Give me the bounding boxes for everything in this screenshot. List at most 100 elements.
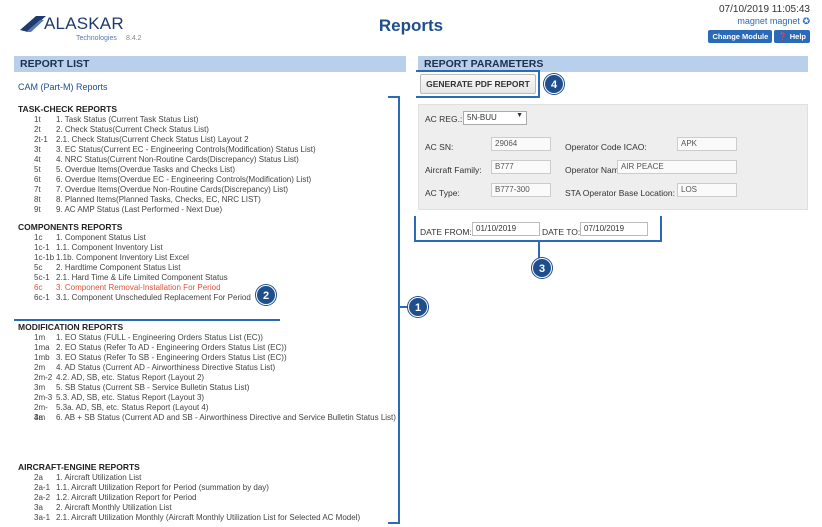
report-code: 1c-1b bbox=[34, 253, 55, 262]
section-title: COMPONENTS REPORTS bbox=[18, 222, 123, 232]
report-code: 1t bbox=[34, 115, 41, 124]
change-module-button[interactable]: Change Module bbox=[708, 30, 773, 43]
report-label: 5.3. AD, SB, etc. Status Report (Layout … bbox=[56, 393, 205, 402]
report-item[interactable]: 2m-3a 5.3a. AD, SB, etc. Status Report (L… bbox=[18, 403, 398, 422]
operator-icao-label: Operator Code ICAO: bbox=[565, 142, 647, 152]
report-label: 1. Component Status List bbox=[56, 233, 146, 242]
report-item[interactable]: 2a 1. Aircraft Utilization List bbox=[18, 473, 398, 483]
date-to-input[interactable]: 07/10/2019 bbox=[580, 222, 648, 236]
date-range-connector bbox=[538, 242, 540, 258]
report-label: 2. Hardtime Component Status List bbox=[56, 263, 181, 272]
report-code: 2a-2 bbox=[34, 493, 51, 502]
report-item[interactable]: 1c 1. Component Status List bbox=[18, 233, 398, 243]
report-code: 2m-3a bbox=[34, 403, 48, 422]
report-item[interactable]: 6c-1 3.1. Component Unscheduled Replaceme… bbox=[18, 293, 398, 303]
aircraft-family-field: B777 bbox=[491, 160, 551, 174]
report-code: 1m bbox=[34, 333, 46, 342]
help-icon: ❓ bbox=[778, 32, 788, 41]
report-item[interactable]: 7t 7. Overdue Items(Overdue Non-Routine C… bbox=[18, 185, 398, 195]
report-code: 5c bbox=[34, 263, 43, 272]
report-label: 3. EC Status(Current EC - Engineering Co… bbox=[56, 145, 316, 154]
date-from-input[interactable]: 01/10/2019 bbox=[472, 222, 540, 236]
report-item[interactable]: 4m 6. AB + SB Status (Current AD and SB -… bbox=[18, 413, 398, 433]
report-label: 1.1b. Component Inventory List Excel bbox=[56, 253, 189, 262]
user-name: magnet magnet bbox=[737, 16, 800, 26]
ac-reg-select[interactable]: 5N-BUU ▼ bbox=[463, 111, 527, 125]
report-item[interactable]: 3m 5. SB Status (Current SB - Service Bul… bbox=[18, 383, 398, 393]
user-menu[interactable]: magnet magnet ✪ bbox=[706, 16, 810, 27]
generate-pdf-report-button[interactable]: GENERATE PDF REPORT bbox=[420, 74, 536, 94]
bracket-tick bbox=[400, 306, 408, 308]
report-code: 1c-1 bbox=[34, 243, 50, 252]
help-button[interactable]: ❓ Help bbox=[774, 30, 810, 43]
report-item[interactable]: 5c-1 2.1. Hard Time & Life Limited Compon… bbox=[18, 273, 398, 283]
report-code: 1mb bbox=[34, 353, 50, 362]
report-item[interactable]: 1c-1 1.1. Component Inventory List bbox=[18, 243, 398, 253]
report-item[interactable]: 5c 2. Hardtime Component Status List bbox=[18, 263, 398, 273]
report-label: 6. Overdue Items(Overdue EC - Engineerin… bbox=[56, 175, 312, 184]
ac-type-label: AC Type: bbox=[425, 188, 460, 198]
report-item[interactable]: 2m-2 4.2. AD, SB, etc. Status Report (Lay… bbox=[18, 373, 398, 383]
report-label: 5. SB Status (Current SB - Service Bulle… bbox=[56, 383, 250, 392]
report-item[interactable]: 2t 2. Check Status(Current Check Status L… bbox=[18, 125, 398, 135]
section-title: AIRCRAFT-ENGINE REPORTS bbox=[18, 462, 140, 472]
report-list-bracket bbox=[388, 96, 400, 524]
report-item[interactable]: 1c-1b 1.1b. Component Inventory List Exce… bbox=[18, 253, 398, 263]
report-item[interactable]: 1ma 2. EO Status (Refer To AD - Engineeri… bbox=[18, 343, 398, 353]
report-label: 3. EO Status (Refer To SB - Engineering … bbox=[56, 353, 287, 362]
ac-sn-field: 29064 bbox=[491, 137, 551, 151]
report-item[interactable]: 1mb 3. EO Status (Refer To SB - Engineeri… bbox=[18, 353, 398, 363]
report-label: 2.1. Hard Time & Life Limited Component … bbox=[56, 273, 228, 282]
report-label: 2. Check Status(Current Check Status Lis… bbox=[56, 125, 209, 134]
report-item[interactable]: 1m 1. EO Status (FULL - Engineering Order… bbox=[18, 333, 398, 343]
report-item[interactable]: 3a 2. Aircraft Monthly Utilization List bbox=[18, 503, 398, 513]
ac-sn-label: AC SN: bbox=[425, 142, 454, 152]
section-title: TASK-CHECK REPORTS bbox=[18, 104, 118, 114]
report-item[interactable]: 2a-2 1.2. Aircraft Utilization Report for… bbox=[18, 493, 398, 503]
report-label: 5. Overdue Items(Overdue Tasks and Check… bbox=[56, 165, 236, 174]
report-label: 3.1. Component Unscheduled Replacement F… bbox=[56, 293, 251, 302]
report-item[interactable]: 5t 5. Overdue Items(Overdue Tasks and Che… bbox=[18, 165, 398, 175]
report-item[interactable]: 1t 1. Task Status (Current Task Status Li… bbox=[18, 115, 398, 125]
aircraft-family-label: Aircraft Family: bbox=[425, 165, 482, 175]
report-label: 8. Planned Items(Planned Tasks, Checks, … bbox=[56, 195, 261, 204]
report-code: 3t bbox=[34, 145, 41, 154]
aircraft-engine-section: AIRCRAFT-ENGINE REPORTS 2a 1. Aircraft Ut… bbox=[18, 462, 398, 523]
report-list: CAM (Part-M) Reports TASK-CHECK REPORTS … bbox=[14, 72, 406, 527]
base-location-label: STA Operator Base Location: bbox=[565, 188, 675, 198]
report-code: 1ma bbox=[34, 343, 50, 352]
report-label: 1. Task Status (Current Task Status List… bbox=[56, 115, 199, 124]
report-item-selected[interactable]: 6c 3. Component Removal-Installation For … bbox=[18, 283, 398, 293]
cam-reports-link[interactable]: CAM (Part-M) Reports bbox=[18, 82, 108, 92]
report-list-header: REPORT LIST bbox=[14, 56, 406, 72]
operator-icao-field: APK bbox=[677, 137, 737, 151]
gear-icon: ✪ bbox=[802, 16, 810, 26]
report-item[interactable]: 2t-1 2.1. Check Status(Current Check Stat… bbox=[18, 135, 398, 145]
report-code: 5c-1 bbox=[34, 273, 50, 282]
report-label: 5.3a. AD, SB, etc. Status Report (Layout… bbox=[56, 403, 209, 412]
app-version: 8.4.2 bbox=[126, 35, 142, 42]
chevron-down-icon: ▼ bbox=[516, 112, 523, 119]
report-label: 1. Aircraft Utilization List bbox=[56, 473, 142, 482]
report-code: 7t bbox=[34, 185, 41, 194]
section-title: MODIFICATION REPORTS bbox=[18, 322, 124, 332]
current-datetime: 07/10/2019 11:05:43 bbox=[718, 4, 810, 15]
report-item[interactable]: 2a-1 1.1. Aircraft Utilization Report for… bbox=[18, 483, 398, 493]
ac-reg-value: 5N-BUU bbox=[467, 113, 497, 122]
report-label: 6. AB + SB Status (Current AD and SB - A… bbox=[56, 413, 396, 422]
report-item[interactable]: 9t 9. AC AMP Status (Last Performed - Nex… bbox=[18, 205, 398, 215]
report-item[interactable]: 6t 6. Overdue Items(Overdue EC - Engineer… bbox=[18, 175, 398, 185]
report-label: 4. AD Status (Current AD - Airworthiness… bbox=[56, 363, 276, 372]
report-label: 2.1. Aircraft Utilization Monthly (Aircr… bbox=[56, 513, 361, 522]
report-item[interactable]: 3t 3. EC Status(Current EC - Engineering … bbox=[18, 145, 398, 155]
help-label: Help bbox=[789, 32, 806, 41]
report-item[interactable]: 4t 4. NRC Status(Current Non-Routine Card… bbox=[18, 155, 398, 165]
callout-badge-3: 3 bbox=[532, 258, 552, 278]
report-label: 4.2. AD, SB, etc. Status Report (Layout … bbox=[56, 373, 205, 382]
report-code: 5t bbox=[34, 165, 41, 174]
report-item[interactable]: 2m-3 5.3. AD, SB, etc. Status Report (Lay… bbox=[18, 393, 398, 403]
report-item[interactable]: 2m 4. AD Status (Current AD - Airworthine… bbox=[18, 363, 398, 373]
report-label: 2. EO Status (Refer To AD - Engineering … bbox=[56, 343, 287, 352]
report-item[interactable]: 3a-1 2.1. Aircraft Utilization Monthly (A… bbox=[18, 513, 398, 523]
report-item[interactable]: 8t 8. Planned Items(Planned Tasks, Checks… bbox=[18, 195, 398, 205]
